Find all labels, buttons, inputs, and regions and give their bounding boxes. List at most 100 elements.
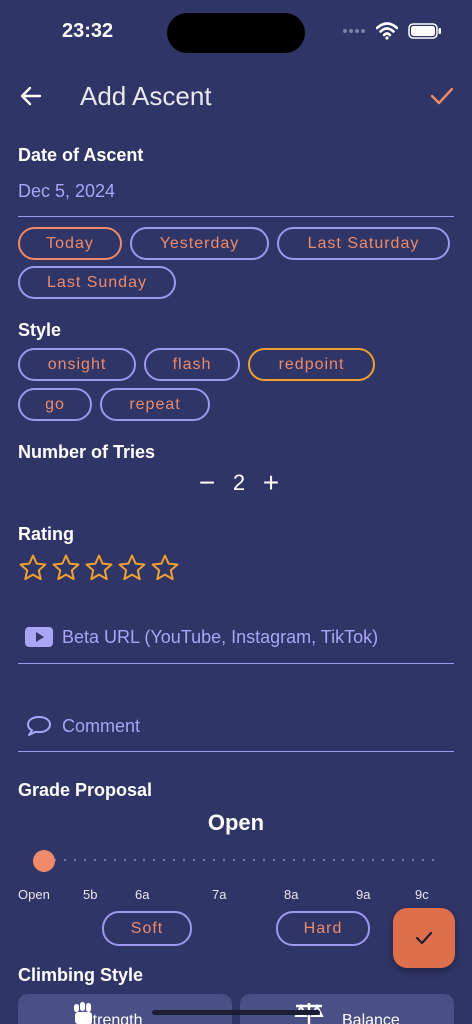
slider-step-dot [372,859,374,861]
slider-step-dot [273,859,275,861]
style-chip-onsight[interactable]: onsight [18,348,136,381]
style-chip-go[interactable]: go [18,388,92,421]
date-chip-last-saturday[interactable]: Last Saturday [277,227,450,260]
climbing-style-strength[interactable]: Strength [18,994,232,1024]
grade-tick-label: 7a [212,887,227,902]
climbing-style-label: Climbing Style [18,965,144,985]
wifi-icon [376,22,398,40]
comment-underline [18,751,454,752]
date-section-label: Date of Ascent [18,145,144,165]
youtube-icon [25,627,53,647]
star-icon[interactable] [150,553,180,583]
slider-step-dot [143,859,145,861]
date-chip-last-sunday[interactable]: Last Sunday [18,266,176,299]
slider-step-dot [392,859,394,861]
beta-url-underline [18,663,454,664]
style-chip-flash[interactable]: flash [144,348,240,381]
date-chip-today[interactable]: Today [18,227,122,260]
slider-step-dot [193,859,195,861]
slider-step-dot [173,859,175,861]
save-button[interactable] [428,82,456,110]
climbing-style-balance-label: Balance [342,1012,400,1024]
grade-tick-label: 8a [284,887,299,902]
check-icon [430,87,454,105]
slider-step-dot [104,859,106,861]
grade-section-label: Grade Proposal [18,780,153,800]
slider-step-dot [412,859,414,861]
slider-step-dot [333,859,335,861]
tries-stepper: − 2 + [196,467,282,498]
home-indicator [152,1010,320,1015]
grade-slider-thumb[interactable] [33,850,55,872]
slider-step-dot [253,859,255,861]
slider-step-dot [163,859,165,861]
style-chip-repeat[interactable]: repeat [100,388,210,421]
grade-current-value: Open [207,810,265,835]
slider-step-dot [422,859,424,861]
slider-step-dot [342,859,344,861]
slider-step-dot [263,859,265,861]
slider-step-dot [402,859,404,861]
star-icon[interactable] [117,553,147,583]
comment-icon [27,716,51,736]
app-bar: Add Ascent [0,72,472,120]
back-button[interactable] [18,82,46,110]
climbing-style-balance[interactable]: Balance [240,994,454,1024]
slider-step-dot [153,859,155,861]
slider-step-dot [352,859,354,861]
comment-placeholder: Comment [62,715,141,736]
grade-slider-track[interactable] [44,859,434,862]
rating-section-label: Rating [18,524,74,544]
dynamic-island [167,13,305,53]
soft-button[interactable]: Soft [102,911,192,946]
slider-step-dot [233,859,235,861]
slider-step-dot [362,859,364,861]
style-section-label: Style [18,320,62,340]
slider-step-dot [313,859,315,861]
style-chip-redpoint[interactable]: redpoint [248,348,375,381]
battery-icon [408,23,441,39]
signal-icon [343,29,365,33]
slider-step-dot [203,859,205,861]
status-icons [342,22,442,40]
slider-step-dot [213,859,215,861]
climbing-style-strength-label: Strength [82,1012,143,1024]
beta-url-placeholder: Beta URL (YouTube, Instagram, TikTok) [62,626,379,647]
slider-step-dot [223,859,225,861]
increment-button[interactable]: + [260,467,282,498]
star-icon[interactable] [84,553,114,583]
grade-tick-label: 5b [83,887,98,902]
slider-step-dot [114,859,116,861]
date-chip-yesterday[interactable]: Yesterday [130,227,269,260]
status-time: 23:32 [62,20,114,42]
comment-input[interactable]: Comment [24,714,140,738]
decrement-button[interactable]: − [196,467,218,498]
hard-button[interactable]: Hard [276,911,370,946]
slider-step-dot [124,859,126,861]
slider-step-dot [84,859,86,861]
arrow-left-icon [20,86,42,106]
status-bar: 23:32 [0,0,472,64]
slider-step-dot [134,859,136,861]
slider-step-dot [64,859,66,861]
grade-tick-label: 9a [356,887,371,902]
slider-step-dot [74,859,76,861]
slider-step-dot [94,859,96,861]
tries-section-label: Number of Tries [18,442,156,462]
slider-step-dot [183,859,185,861]
beta-url-input[interactable]: Beta URL (YouTube, Instagram, TikTok) [24,626,378,648]
check-icon [415,931,433,945]
slider-step-dot [382,859,384,861]
slider-step-dot [303,859,305,861]
grade-tick-label: Open [18,887,50,902]
slider-step-dot [243,859,245,861]
star-rating [18,553,180,583]
date-field[interactable]: Dec 5, 2024 [18,181,115,202]
slider-step-dot [432,859,434,861]
slider-step-dot [283,859,285,861]
star-icon[interactable] [18,553,48,583]
slider-step-dot [293,859,295,861]
grade-tick-label: 6a [135,887,150,902]
save-fab[interactable] [393,908,455,968]
star-icon[interactable] [51,553,81,583]
